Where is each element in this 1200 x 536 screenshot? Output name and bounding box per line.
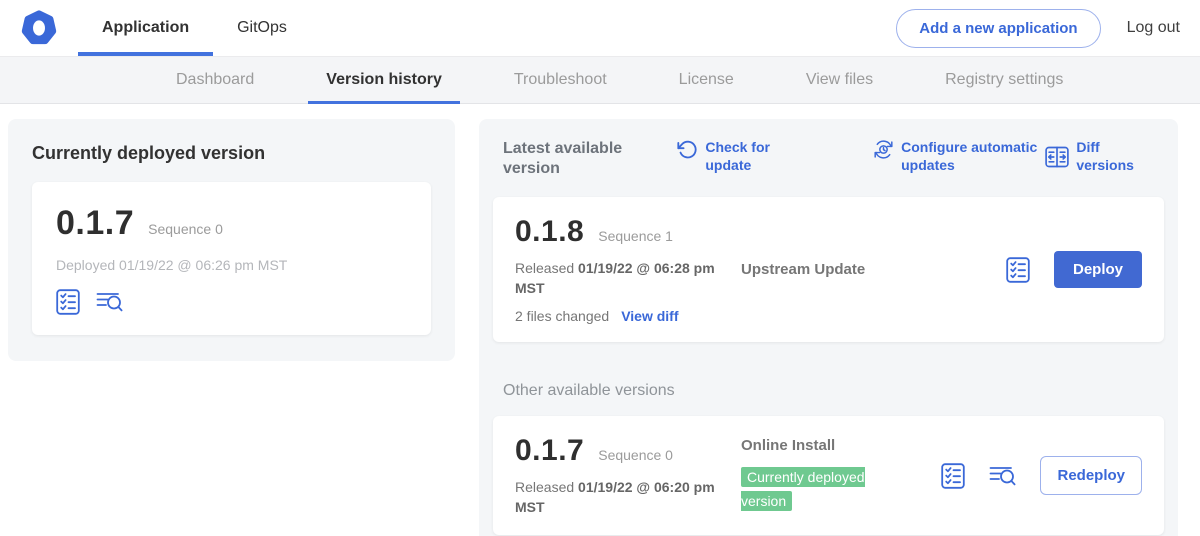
view-logs-icon[interactable] xyxy=(989,463,1016,489)
subnav-dashboard[interactable]: Dashboard xyxy=(140,57,290,103)
other-source-label: Online Install xyxy=(741,437,926,454)
other-version-number: 0.1.7 xyxy=(515,434,584,468)
subnav-troubleshoot[interactable]: Troubleshoot xyxy=(478,57,643,103)
currently-deployed-badge: Currently deployed version xyxy=(741,467,865,511)
top-header: Application GitOps Add a new application… xyxy=(0,0,1200,57)
other-released-timestamp: Released 01/19/22 @ 06:20 pm MST xyxy=(515,478,727,517)
deployed-version-number: 0.1.7 xyxy=(56,204,134,243)
logout-link[interactable]: Log out xyxy=(1127,19,1180,37)
main-content: Currently deployed version 0.1.7 Sequenc… xyxy=(0,104,1200,536)
deployed-sequence-label: Sequence 0 xyxy=(148,221,223,237)
deployed-panel-title: Currently deployed version xyxy=(32,143,431,164)
latest-version-card: 0.1.8 Sequence 1 Released 01/19/22 @ 06:… xyxy=(493,197,1164,342)
redeploy-button[interactable]: Redeploy xyxy=(1040,456,1142,495)
app-logo-icon[interactable] xyxy=(20,9,58,47)
tab-application[interactable]: Application xyxy=(78,0,213,56)
available-versions-panel: Latest available version Check for updat… xyxy=(479,119,1178,536)
diff-icon xyxy=(1045,146,1069,168)
subnav-registry-settings[interactable]: Registry settings xyxy=(909,57,1099,103)
latest-source-label: Upstream Update xyxy=(741,261,926,278)
check-for-update-button[interactable]: Check for update xyxy=(677,139,815,174)
add-new-application-button[interactable]: Add a new application xyxy=(896,9,1100,48)
tab-gitops-label: GitOps xyxy=(237,19,287,37)
other-versions-title: Other available versions xyxy=(503,382,1164,400)
other-version-card: 0.1.7 Sequence 0 Released 01/19/22 @ 06:… xyxy=(493,416,1164,535)
refresh-icon xyxy=(677,139,698,160)
preflight-checks-icon[interactable] xyxy=(1006,257,1030,283)
primary-tabs: Application GitOps xyxy=(78,0,311,56)
configure-automatic-updates-button[interactable]: Configure automatic updates xyxy=(873,139,1045,174)
latest-sequence-label: Sequence 1 xyxy=(598,228,673,244)
tab-application-label: Application xyxy=(102,19,189,37)
other-sequence-label: Sequence 0 xyxy=(598,447,673,463)
deployed-version-card: 0.1.7 Sequence 0 Deployed 01/19/22 @ 06:… xyxy=(32,182,431,335)
preflight-checks-icon[interactable] xyxy=(941,463,965,489)
schedule-update-icon xyxy=(873,139,894,160)
subnav-version-history[interactable]: Version history xyxy=(290,57,478,103)
preflight-checks-icon[interactable] xyxy=(56,289,80,315)
tab-gitops[interactable]: GitOps xyxy=(213,0,311,56)
view-diff-link[interactable]: View diff xyxy=(621,308,678,324)
latest-released-timestamp: Released 01/19/22 @ 06:28 pm MST xyxy=(515,259,727,298)
diff-versions-button[interactable]: Diff versions xyxy=(1045,139,1158,174)
view-logs-icon[interactable] xyxy=(96,289,123,315)
deployed-timestamp: Deployed 01/19/22 @ 06:26 pm MST xyxy=(56,257,407,273)
latest-version-number: 0.1.8 xyxy=(515,215,584,249)
files-changed-label: 2 files changed xyxy=(515,308,609,324)
subnav-view-files[interactable]: View files xyxy=(770,57,909,103)
subnav-license[interactable]: License xyxy=(643,57,770,103)
currently-deployed-panel: Currently deployed version 0.1.7 Sequenc… xyxy=(8,119,455,361)
latest-available-title: Latest available version xyxy=(503,139,631,179)
deploy-button[interactable]: Deploy xyxy=(1054,251,1142,288)
app-subnav: Dashboard Version history Troubleshoot L… xyxy=(0,57,1200,104)
